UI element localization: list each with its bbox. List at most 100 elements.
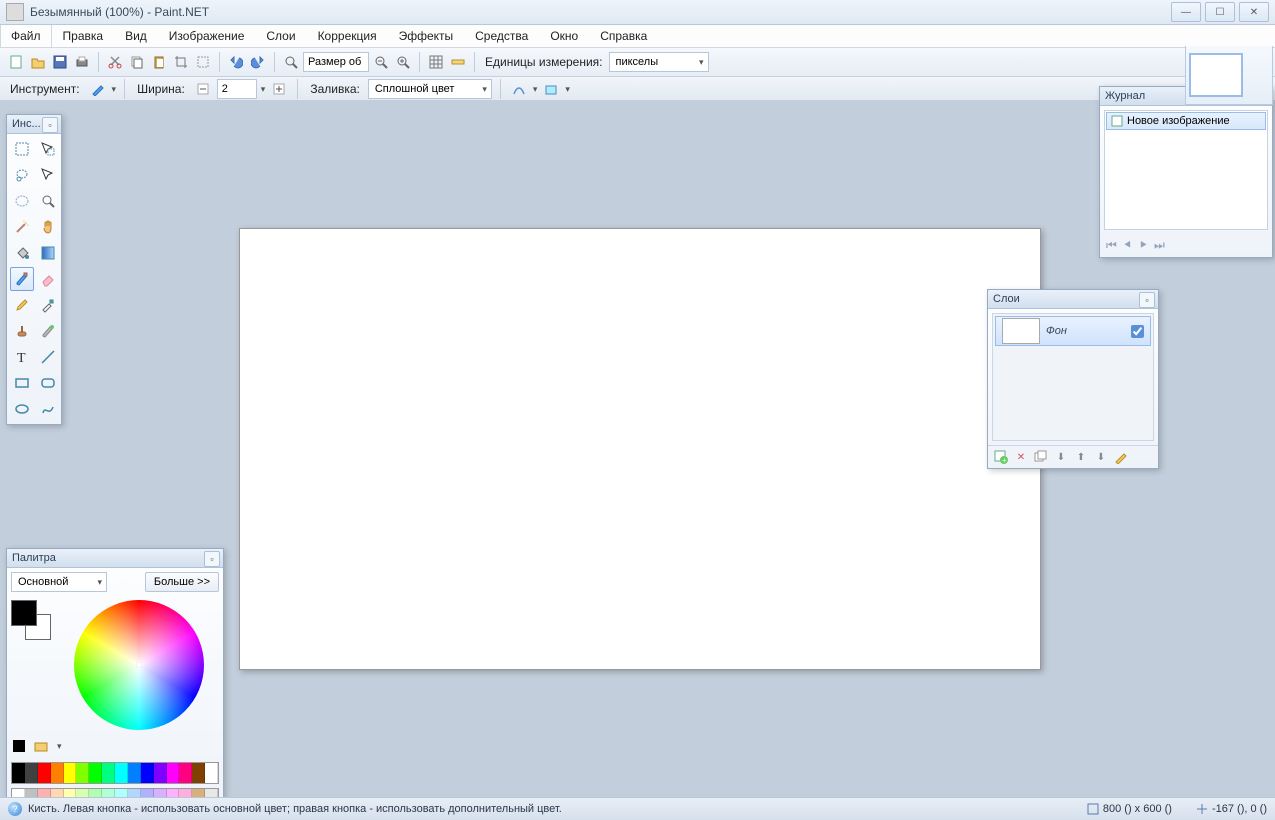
- zoom-out-icon[interactable]: [371, 52, 391, 72]
- menu-layers[interactable]: Слои: [255, 25, 306, 47]
- tool-eraser[interactable]: [36, 267, 60, 291]
- history-next-icon[interactable]: ⯈: [1138, 238, 1148, 253]
- antialias-icon[interactable]: [509, 79, 529, 99]
- swatch-strip[interactable]: [11, 762, 219, 784]
- minimize-button[interactable]: —: [1171, 2, 1201, 22]
- swatch[interactable]: [89, 763, 102, 783]
- palette-more-button[interactable]: Больше >>: [145, 572, 219, 592]
- menu-window[interactable]: Окно: [539, 25, 589, 47]
- tool-lasso[interactable]: [10, 163, 34, 187]
- swatch[interactable]: [128, 763, 141, 783]
- swatch[interactable]: [141, 763, 154, 783]
- tool-move-selection[interactable]: [36, 137, 60, 161]
- palette-close-icon[interactable]: ▫: [204, 551, 220, 567]
- tool-bucket[interactable]: [10, 241, 34, 265]
- tool-move[interactable]: [36, 163, 60, 187]
- layer-add-icon[interactable]: +: [993, 449, 1009, 465]
- layer-merge-icon[interactable]: ⬇: [1053, 449, 1069, 465]
- cut-icon[interactable]: [105, 52, 125, 72]
- layer-row[interactable]: Фон: [995, 316, 1151, 346]
- swatch[interactable]: [205, 763, 218, 783]
- swatch[interactable]: [38, 763, 51, 783]
- menu-edit[interactable]: Правка: [52, 25, 115, 47]
- tool-rounded-rect[interactable]: [36, 371, 60, 395]
- canvas[interactable]: [239, 228, 1041, 670]
- swatch[interactable]: [76, 763, 89, 783]
- tool-rectangle[interactable]: [10, 371, 34, 395]
- width-dec-icon[interactable]: [193, 79, 213, 99]
- primary-color[interactable]: [11, 600, 37, 626]
- palette-panel-header[interactable]: Палитра ▫: [7, 549, 223, 568]
- open-icon[interactable]: [28, 52, 48, 72]
- width-input[interactable]: [217, 79, 257, 99]
- layer-visible-checkbox[interactable]: [1131, 325, 1144, 338]
- tool-text[interactable]: T: [10, 345, 34, 369]
- current-tool-icon[interactable]: [88, 79, 108, 99]
- menu-view[interactable]: Вид: [114, 25, 158, 47]
- color-swatches[interactable]: [11, 600, 51, 640]
- redo-icon[interactable]: [248, 52, 268, 72]
- tool-eyedropper[interactable]: [36, 293, 60, 317]
- swatch[interactable]: [192, 763, 205, 783]
- layer-delete-icon[interactable]: ✕: [1013, 449, 1029, 465]
- layer-down-icon[interactable]: ⬇: [1093, 449, 1109, 465]
- tool-brush[interactable]: [10, 267, 34, 291]
- tool-rect-select[interactable]: [10, 137, 34, 161]
- swatch[interactable]: [64, 763, 77, 783]
- menu-image[interactable]: Изображение: [158, 25, 256, 47]
- menu-adjustments[interactable]: Коррекция: [307, 25, 388, 47]
- history-list[interactable]: Новое изображение: [1104, 110, 1268, 230]
- swatch[interactable]: [115, 763, 128, 783]
- menu-tools[interactable]: Средства: [464, 25, 539, 47]
- document-thumb[interactable]: [1189, 53, 1243, 97]
- history-prev-icon[interactable]: ⯇: [1123, 238, 1133, 253]
- menu-file[interactable]: Файл: [0, 25, 52, 47]
- tool-line[interactable]: [36, 345, 60, 369]
- close-button[interactable]: ✕: [1239, 2, 1269, 22]
- layers-close-icon[interactable]: ▫: [1139, 292, 1155, 308]
- tool-ellipse-select[interactable]: [10, 189, 34, 213]
- paste-icon[interactable]: [149, 52, 169, 72]
- layer-duplicate-icon[interactable]: [1033, 449, 1049, 465]
- tool-freeform[interactable]: [36, 397, 60, 421]
- swatch[interactable]: [154, 763, 167, 783]
- swatch[interactable]: [25, 763, 38, 783]
- tool-pencil[interactable]: [10, 293, 34, 317]
- tool-recolor[interactable]: [36, 319, 60, 343]
- zoom-size-input[interactable]: [303, 52, 369, 72]
- layers-panel-header[interactable]: Слои ▫: [988, 290, 1158, 309]
- zoom-icon[interactable]: [281, 52, 301, 72]
- tool-gradient[interactable]: [36, 241, 60, 265]
- tool-pan[interactable]: [36, 215, 60, 239]
- width-inc-icon[interactable]: [269, 79, 289, 99]
- copy-icon[interactable]: [127, 52, 147, 72]
- swatch[interactable]: [12, 763, 25, 783]
- tool-ellipse[interactable]: [10, 397, 34, 421]
- swatch[interactable]: [167, 763, 180, 783]
- zoom-in-icon[interactable]: [393, 52, 413, 72]
- history-first-icon[interactable]: ⏮: [1106, 238, 1117, 253]
- print-icon[interactable]: [72, 52, 92, 72]
- deselect-icon[interactable]: [193, 52, 213, 72]
- save-icon[interactable]: [50, 52, 70, 72]
- units-dropdown[interactable]: пикселы: [609, 52, 709, 72]
- menu-help[interactable]: Справка: [589, 25, 658, 47]
- tool-magic-wand[interactable]: [10, 215, 34, 239]
- tool-clone[interactable]: [10, 319, 34, 343]
- tools-close-icon[interactable]: ▫: [42, 117, 58, 133]
- history-last-icon[interactable]: ⏭: [1154, 238, 1165, 253]
- grid-icon[interactable]: [426, 52, 446, 72]
- tool-zoom[interactable]: [36, 189, 60, 213]
- undo-icon[interactable]: [226, 52, 246, 72]
- crop-icon[interactable]: [171, 52, 191, 72]
- fill-dropdown[interactable]: Сплошной цвет: [368, 79, 492, 99]
- swatch[interactable]: [51, 763, 64, 783]
- swatch[interactable]: [102, 763, 115, 783]
- new-icon[interactable]: [6, 52, 26, 72]
- swatch[interactable]: [179, 763, 192, 783]
- menu-effects[interactable]: Эффекты: [388, 25, 465, 47]
- history-item[interactable]: Новое изображение: [1106, 112, 1266, 130]
- palette-mode-dropdown[interactable]: Основной: [11, 572, 107, 592]
- tools-panel-header[interactable]: Инс... ▫: [7, 115, 61, 134]
- maximize-button[interactable]: ☐: [1205, 2, 1235, 22]
